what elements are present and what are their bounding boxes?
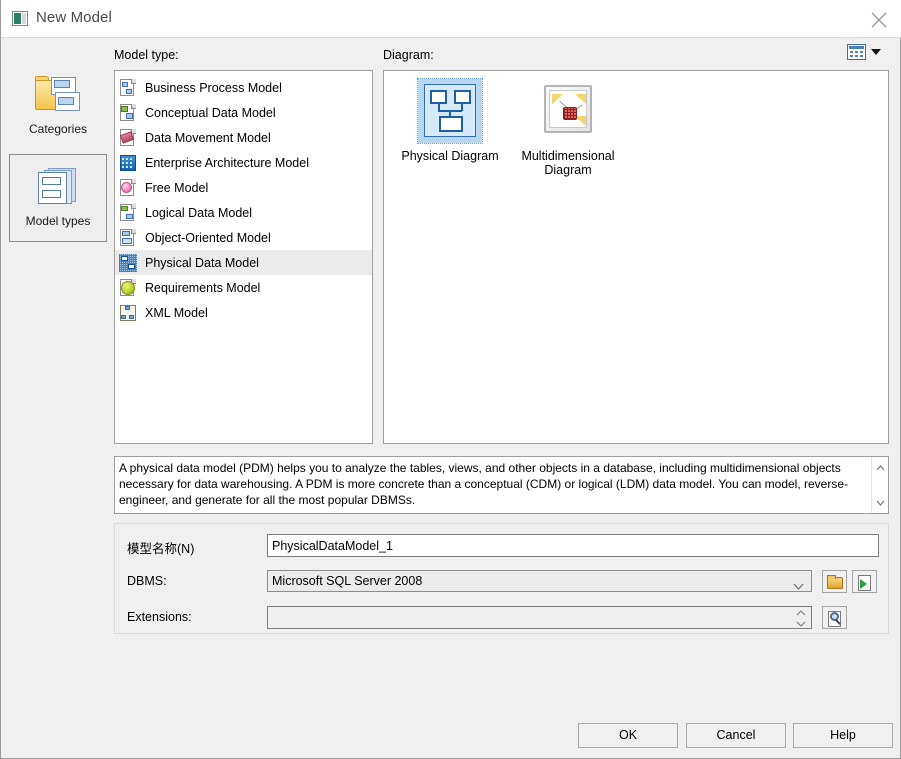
model-settings-group: 模型名称(N) DBMS: Microsoft SQL Server 2008 … bbox=[114, 523, 889, 634]
diagram-item-label: Physical Diagram bbox=[401, 149, 499, 163]
conceptual-data-model-icon bbox=[119, 103, 137, 122]
multidimensional-diagram-icon[interactable] bbox=[536, 79, 600, 143]
dbms-selected-value: Microsoft SQL Server 2008 bbox=[272, 574, 423, 588]
data-movement-model-icon bbox=[119, 128, 137, 147]
model-type-label: Logical Data Model bbox=[145, 205, 253, 220]
diagram-item-multidimensional-diagram[interactable]: Multidimensional Diagram bbox=[515, 79, 621, 177]
diagram-label: Diagram: bbox=[383, 48, 434, 62]
folder-icon bbox=[827, 575, 843, 589]
magnifier-page-icon bbox=[830, 612, 839, 621]
chevron-down-icon[interactable] bbox=[871, 48, 881, 55]
dbms-label: DBMS: bbox=[127, 574, 167, 588]
diagram-panel[interactable]: Physical Diagram Multidimensional Diagra… bbox=[383, 70, 889, 444]
dbms-browse-button[interactable] bbox=[822, 570, 847, 593]
model-type-label: Model type: bbox=[114, 48, 179, 62]
help-button[interactable]: Help bbox=[793, 723, 893, 748]
model-type-list-panel[interactable]: Business Process Model Conceptual Data M… bbox=[114, 70, 373, 444]
cancel-button[interactable]: Cancel bbox=[686, 723, 786, 748]
model-type-row-data-movement[interactable]: Data Movement Model bbox=[115, 125, 372, 150]
model-type-row-requirements[interactable]: Requirements Model bbox=[115, 275, 372, 300]
model-window-icon bbox=[12, 11, 28, 26]
model-type-row-object-oriented[interactable]: Object-Oriented Model bbox=[115, 225, 372, 250]
green-arrow-icon bbox=[860, 579, 867, 589]
description-box: A physical data model (PDM) helps you to… bbox=[114, 456, 889, 514]
physical-data-model-icon bbox=[119, 253, 137, 272]
extensions-input[interactable] bbox=[267, 606, 812, 629]
dbms-row: DBMS: Microsoft SQL Server 2008 bbox=[115, 570, 888, 594]
model-name-label: 模型名称(N) bbox=[127, 542, 195, 556]
new-model-dialog: New Model Model type: Diagram: Categorie… bbox=[0, 0, 901, 759]
model-type-list: Business Process Model Conceptual Data M… bbox=[115, 75, 372, 325]
model-type-row-enterprise-architecture[interactable]: Enterprise Architecture Model bbox=[115, 150, 372, 175]
model-type-label: Physical Data Model bbox=[145, 255, 259, 270]
extensions-browse-button[interactable] bbox=[822, 606, 847, 629]
model-type-label: Free Model bbox=[145, 180, 209, 195]
business-process-model-icon bbox=[119, 78, 137, 97]
left-tab-rail: Categories Model types bbox=[9, 62, 107, 452]
title-bar: New Model bbox=[1, 0, 901, 38]
model-types-stack-icon bbox=[36, 166, 80, 208]
diagram-item-label: Multidimensional Diagram bbox=[521, 149, 615, 177]
diagram-item-physical-diagram[interactable]: Physical Diagram bbox=[397, 78, 503, 163]
description-text: A physical data model (PDM) helps you to… bbox=[119, 461, 849, 507]
extensions-row: Extensions: bbox=[115, 606, 888, 630]
model-type-label: Object-Oriented Model bbox=[145, 230, 271, 245]
model-type-row-business-process[interactable]: Business Process Model bbox=[115, 75, 372, 100]
enterprise-architecture-model-icon bbox=[119, 154, 137, 172]
model-type-label: Business Process Model bbox=[145, 80, 282, 95]
ok-button[interactable]: OK bbox=[578, 723, 678, 748]
model-type-row-xml[interactable]: XML Model bbox=[115, 300, 372, 325]
model-type-label: XML Model bbox=[145, 305, 208, 320]
window-title: New Model bbox=[36, 9, 112, 26]
chevron-down-icon[interactable] bbox=[793, 579, 804, 593]
model-type-label: Data Movement Model bbox=[145, 130, 271, 145]
model-type-row-free[interactable]: Free Model bbox=[115, 175, 372, 200]
grid-view-icon[interactable] bbox=[847, 43, 866, 60]
close-icon bbox=[871, 12, 887, 28]
model-type-row-physical-data[interactable]: Physical Data Model bbox=[115, 250, 372, 275]
physical-diagram-icon[interactable] bbox=[417, 78, 483, 144]
rail-tab-model-types[interactable]: Model types bbox=[9, 154, 107, 242]
model-type-row-logical-data[interactable]: Logical Data Model bbox=[115, 200, 372, 225]
view-switcher[interactable] bbox=[847, 42, 884, 61]
description-scrollbar[interactable] bbox=[871, 457, 888, 513]
model-type-label: Conceptual Data Model bbox=[145, 105, 276, 120]
model-type-row-conceptual-data[interactable]: Conceptual Data Model bbox=[115, 100, 372, 125]
model-type-label: Requirements Model bbox=[145, 280, 261, 295]
close-button[interactable] bbox=[856, 0, 901, 37]
dbms-open-button[interactable] bbox=[852, 570, 877, 593]
rail-tab-categories[interactable]: Categories bbox=[9, 62, 107, 150]
object-oriented-model-icon bbox=[119, 228, 137, 247]
requirements-model-icon bbox=[119, 278, 137, 297]
free-model-icon bbox=[119, 178, 137, 197]
dbms-select[interactable]: Microsoft SQL Server 2008 bbox=[267, 570, 812, 592]
model-name-input[interactable] bbox=[267, 534, 879, 557]
xml-model-icon bbox=[119, 304, 137, 322]
logical-data-model-icon bbox=[119, 203, 137, 222]
rail-tab-model-types-label: Model types bbox=[25, 214, 91, 228]
spinner-updown-icon[interactable] bbox=[796, 610, 807, 627]
chevron-up-icon[interactable] bbox=[872, 459, 889, 476]
model-type-label: Enterprise Architecture Model bbox=[145, 155, 309, 170]
model-name-row: 模型名称(N) bbox=[115, 534, 888, 558]
rail-tab-categories-label: Categories bbox=[28, 122, 88, 136]
extensions-label: Extensions: bbox=[127, 610, 192, 624]
chevron-down-icon[interactable] bbox=[872, 494, 889, 511]
categories-folder-icon bbox=[35, 74, 81, 116]
